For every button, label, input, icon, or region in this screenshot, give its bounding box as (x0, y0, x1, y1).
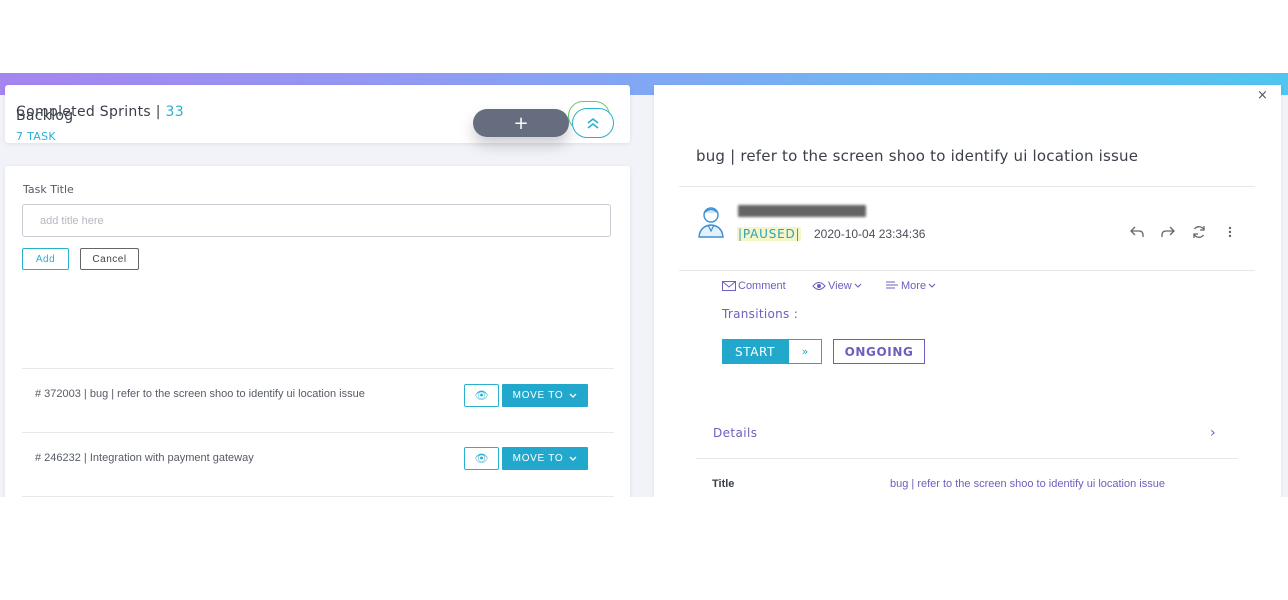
chevron-right-icon[interactable]: › (1210, 425, 1216, 441)
completed-sprints-count: 33 (165, 104, 184, 120)
chevron-down-icon (928, 283, 936, 288)
status-badge: |PAUSED| (737, 227, 802, 241)
move-to-label: MOVE TO (512, 453, 564, 464)
detail-divider (679, 186, 1255, 187)
more-label: More (901, 280, 927, 292)
task-timestamp: 2020-10-04 23:34:36 (814, 227, 926, 241)
view-dropdown[interactable]: View (812, 280, 862, 292)
task-divider (22, 368, 614, 369)
backlog-task-count: 7 TASK (16, 130, 56, 143)
eye-icon (812, 282, 826, 290)
transitions-label: Transitions : (722, 307, 799, 321)
task-row-title[interactable]: # 246232 | Integration with payment gate… (35, 452, 254, 464)
backlog-title: Backlog (16, 108, 74, 124)
chevron-down-icon (569, 393, 577, 398)
view-label: View (828, 280, 852, 292)
refresh-icon[interactable] (1191, 224, 1207, 240)
task-row-title[interactable]: # 372003 | bug | refer to the screen sho… (35, 388, 365, 400)
list-icon (886, 281, 898, 289)
more-vertical-icon[interactable] (1222, 224, 1238, 240)
add-button[interactable]: Add (22, 248, 69, 270)
comment-label: Comment (738, 280, 786, 292)
start-button[interactable]: START (722, 339, 788, 364)
move-to-button[interactable]: MOVE TO (502, 447, 588, 470)
double-chevron-up-icon (587, 117, 599, 129)
forward-icon[interactable] (1160, 224, 1176, 240)
add-task-button[interactable]: + (473, 109, 569, 137)
user-name-redacted (738, 205, 866, 217)
page-bottom-whitespace (0, 497, 1288, 600)
view-task-button[interactable]: 👁 (464, 384, 499, 407)
detail-field-label: Title (712, 478, 735, 490)
comment-link[interactable]: Comment (722, 280, 786, 292)
cancel-button[interactable]: Cancel (80, 248, 139, 270)
more-dropdown[interactable]: More (886, 280, 936, 292)
eye-icon: 👁 (474, 452, 489, 465)
detail-title: bug | refer to the screen shoo to identi… (696, 147, 1139, 165)
detail-field-value: bug | refer to the screen shoo to identi… (890, 478, 1165, 490)
reply-icon[interactable] (1129, 224, 1145, 240)
detail-divider (679, 270, 1255, 271)
chevron-down-icon (854, 283, 862, 288)
task-title-input[interactable] (22, 204, 611, 237)
mail-icon (722, 281, 736, 291)
user-avatar-icon (698, 207, 724, 238)
task-divider (22, 432, 614, 433)
details-divider (696, 458, 1238, 459)
ongoing-button[interactable]: ONGOING (833, 339, 925, 364)
move-to-label: MOVE TO (512, 390, 564, 401)
chevron-down-icon (569, 456, 577, 461)
view-task-button[interactable]: 👁 (464, 447, 499, 470)
eye-icon: 👁 (474, 389, 489, 402)
move-to-button[interactable]: MOVE TO (502, 384, 588, 407)
details-section-header[interactable]: Details (713, 426, 757, 440)
collapse-backlog-button[interactable] (572, 108, 614, 138)
next-transition-button[interactable]: » (788, 339, 822, 364)
task-title-label: Task Title (23, 183, 74, 196)
close-icon[interactable]: × (1257, 88, 1268, 103)
task-status: |PAUSED| (737, 227, 802, 241)
